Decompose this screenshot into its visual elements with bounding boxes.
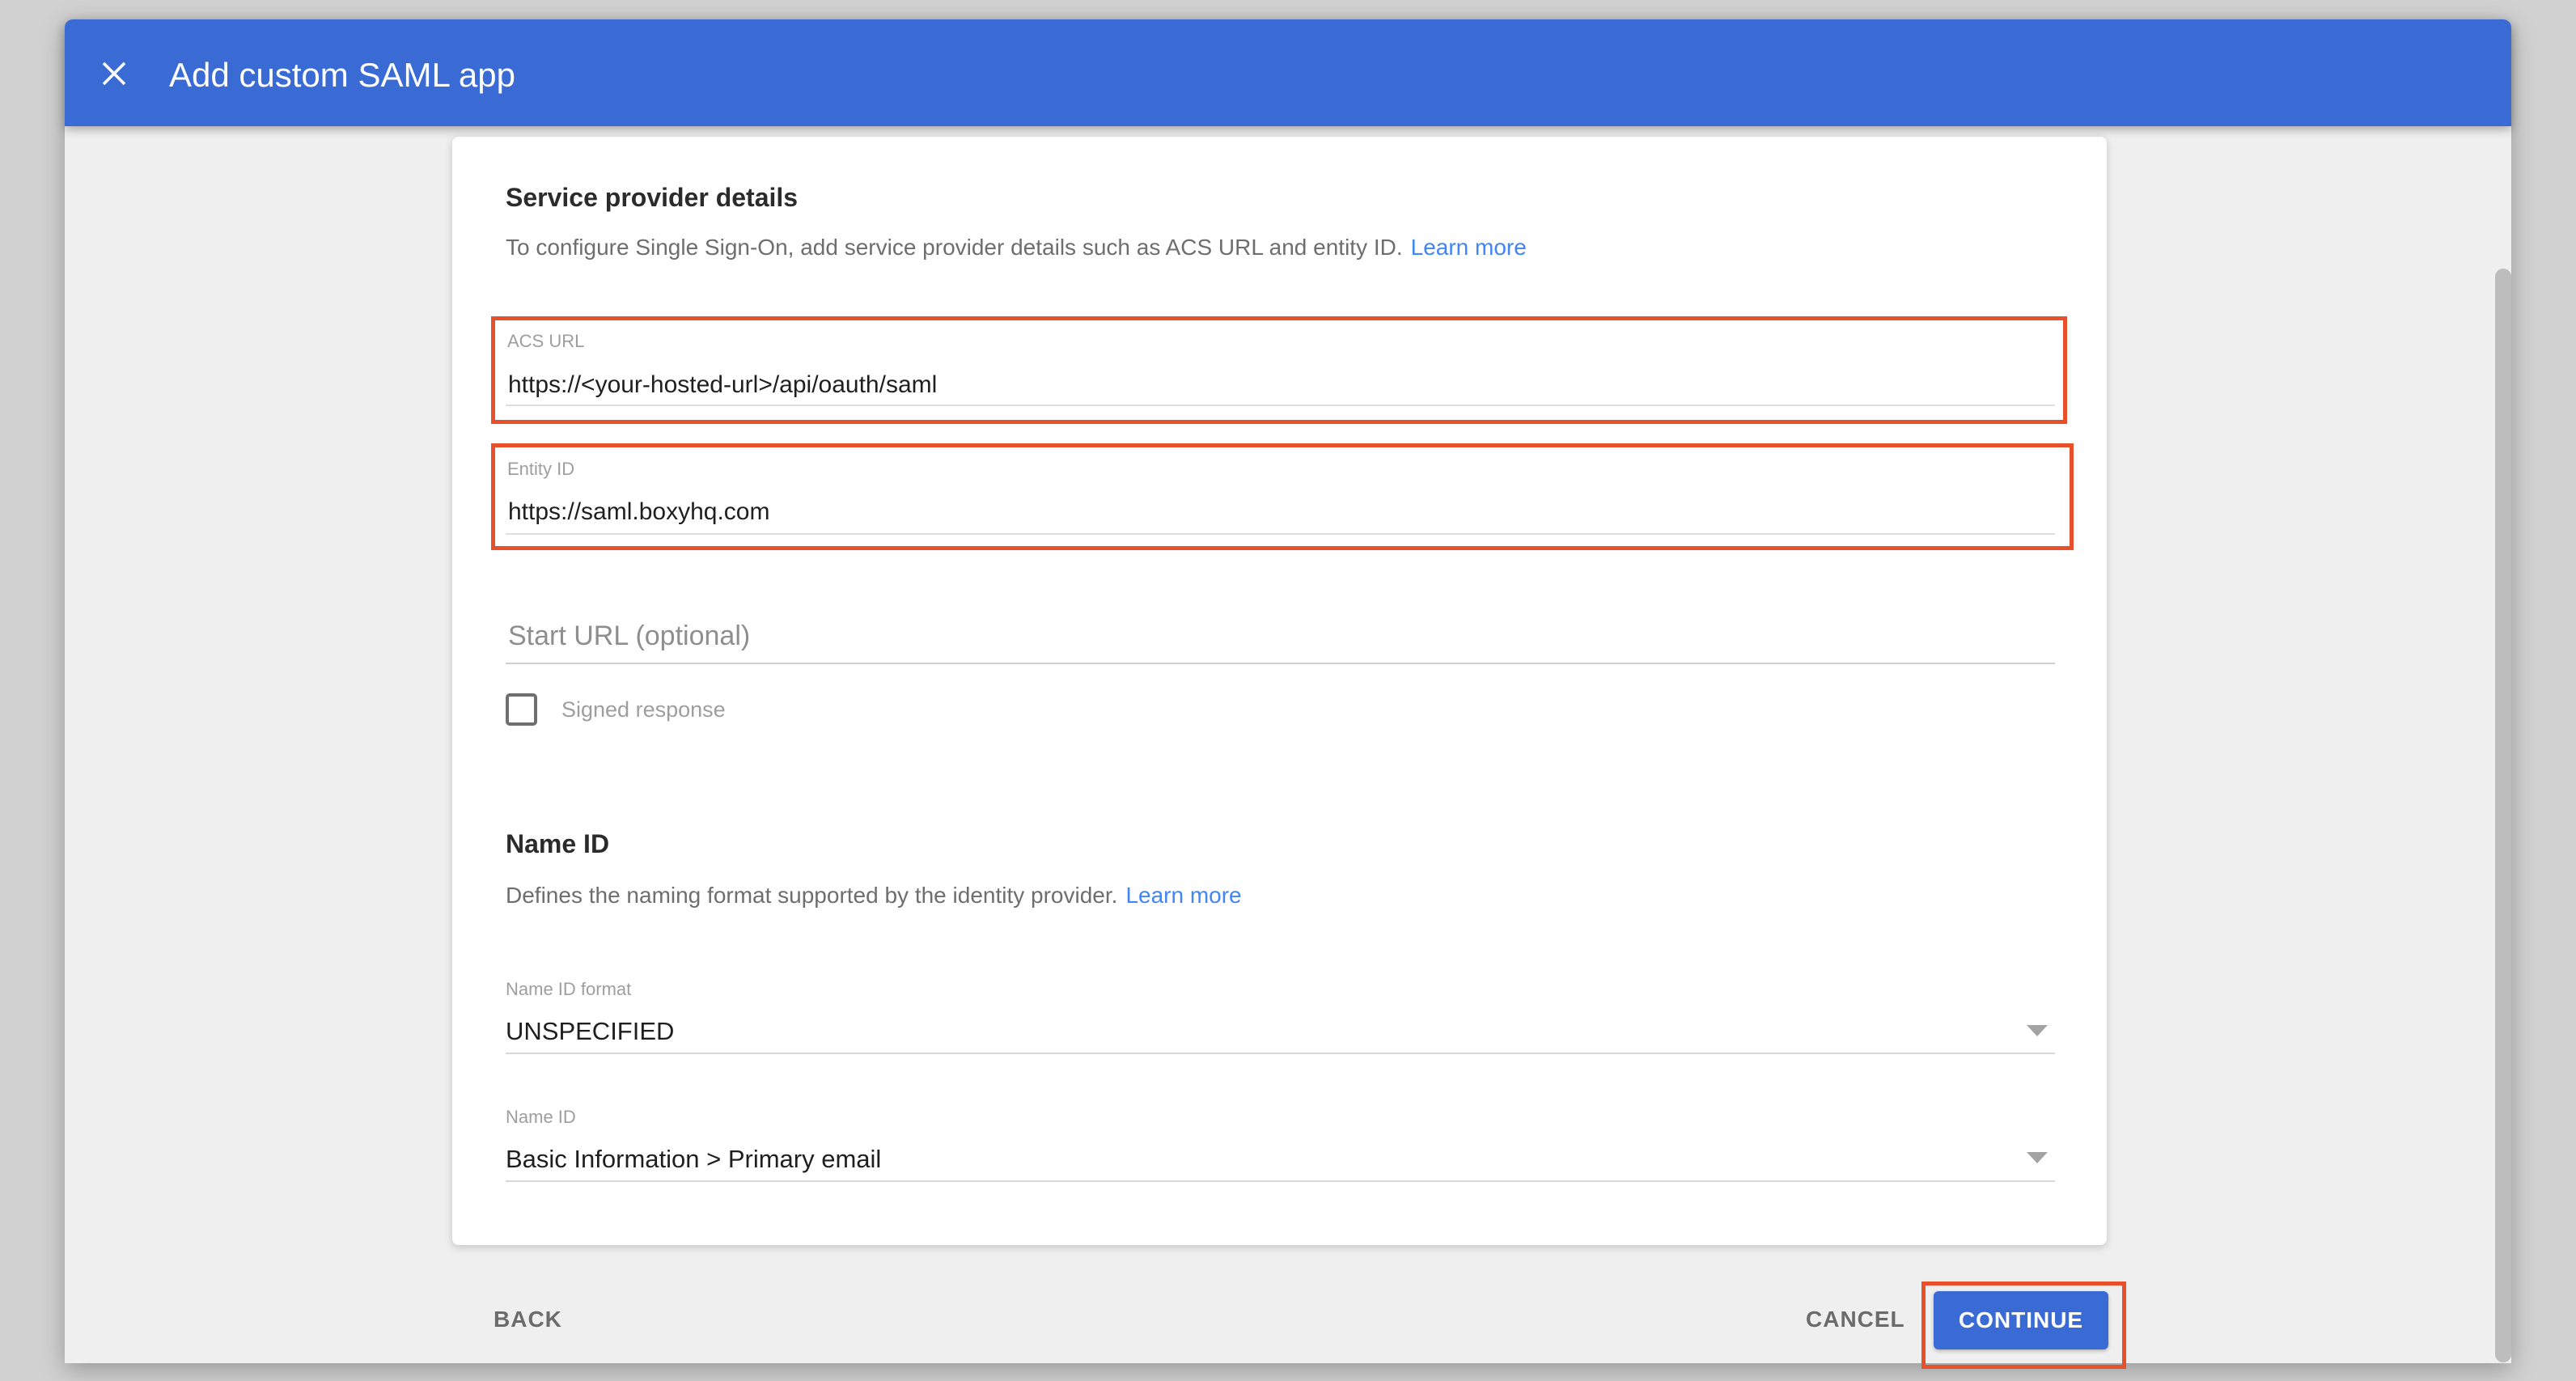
close-icon[interactable] (99, 58, 129, 89)
acs-url-annotation (491, 316, 2067, 424)
name-id-format-label: Name ID format (506, 979, 631, 1000)
entity-id-underline (506, 533, 2055, 535)
acs-url-input[interactable] (508, 371, 2045, 399)
service-provider-card: Service provider details To configure Si… (452, 137, 2107, 1245)
name-id-format-select[interactable]: UNSPECIFIED (506, 1016, 674, 1046)
name-id-description: Defines the naming format supported by t… (506, 882, 1242, 909)
name-id-underline (506, 1180, 2055, 1182)
dialog-body: Service provider details To configure Si… (65, 126, 2511, 1363)
cancel-button[interactable]: CANCEL (1806, 1306, 1905, 1333)
name-id-select[interactable]: Basic Information > Primary email (506, 1144, 881, 1174)
start-url-underline (506, 663, 2055, 664)
signed-response-label: Signed response (561, 697, 726, 722)
name-id-description-text: Defines the naming format supported by t… (506, 883, 1117, 908)
acs-url-underline (506, 405, 2055, 406)
start-url-input[interactable] (508, 621, 2045, 652)
acs-url-label: ACS URL (507, 331, 584, 352)
screen: Add custom SAML app Service provider det… (0, 0, 2576, 1381)
chevron-down-icon[interactable] (2027, 1025, 2048, 1036)
continue-button[interactable]: CONTINUE (1934, 1291, 2108, 1349)
name-id-select-label: Name ID (506, 1107, 576, 1128)
dialog-header: Add custom SAML app (65, 19, 2511, 126)
vertical-scrollbar[interactable] (2495, 269, 2511, 1362)
service-provider-description-text: To configure Single Sign-On, add service… (506, 235, 1403, 260)
entity-id-label: Entity ID (507, 459, 574, 480)
learn-more-link-sso[interactable]: Learn more (1411, 235, 1527, 260)
service-provider-heading: Service provider details (506, 182, 798, 213)
name-id-heading: Name ID (506, 828, 609, 859)
dialog-title: Add custom SAML app (169, 55, 515, 95)
add-custom-saml-app-dialog: Add custom SAML app Service provider det… (65, 19, 2511, 1363)
entity-id-input[interactable] (508, 498, 2045, 526)
chevron-down-icon[interactable] (2027, 1152, 2048, 1163)
signed-response-checkbox[interactable] (506, 693, 537, 726)
name-id-format-underline (506, 1053, 2055, 1054)
learn-more-link-name-id[interactable]: Learn more (1125, 883, 1241, 908)
back-button[interactable]: BACK (494, 1306, 562, 1333)
service-provider-description: To configure Single Sign-On, add service… (506, 234, 1527, 261)
